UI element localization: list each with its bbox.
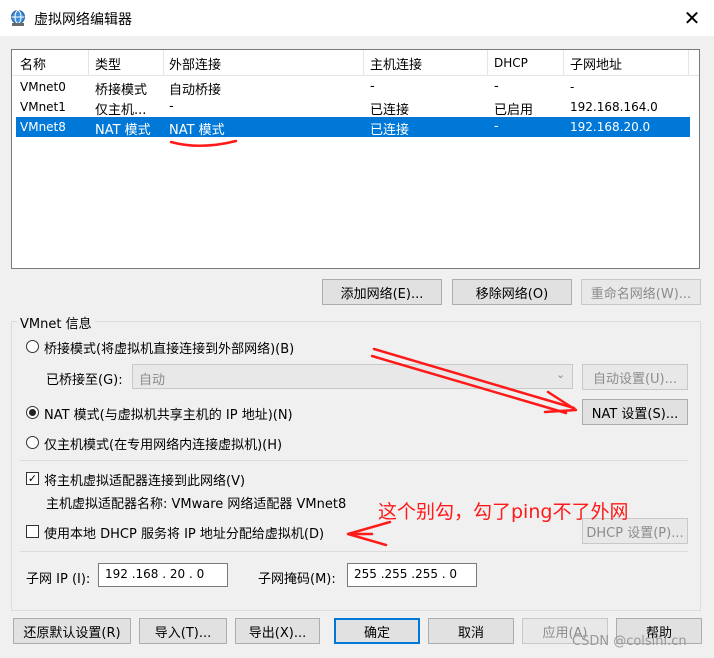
- network-globe-icon: [11, 10, 25, 26]
- column-header-external[interactable]: 外部连接: [169, 54, 221, 73]
- dhcp-label[interactable]: 使用本地 DHCP 服务将 IP 地址分配给虚拟机(D): [44, 523, 324, 542]
- nat-settings-button[interactable]: NAT 设置(S)...: [582, 399, 688, 425]
- table-row-vmnet8[interactable]: VMnet8 NAT 模式 NAT 模式 已连接 - 192.168.20.0: [16, 117, 690, 138]
- watermark: CSDN @colsini.cn: [572, 634, 687, 649]
- cell-name: VMnet1: [20, 100, 66, 114]
- close-button[interactable]: ✕: [676, 4, 708, 32]
- import-button[interactable]: 导入(T)...: [139, 618, 227, 644]
- window-title: 虚拟网络编辑器: [34, 12, 132, 28]
- column-header-type[interactable]: 类型: [95, 54, 121, 73]
- cell-dhcp: 已启用: [494, 103, 534, 118]
- cell-type: NAT 模式: [95, 123, 151, 138]
- auto-settings-button[interactable]: 自动设置(U)...: [582, 364, 688, 390]
- bridged-to-select[interactable]: 自动 ⌄: [132, 364, 573, 389]
- add-network-button[interactable]: 添加网络(E)...: [322, 279, 442, 305]
- cell-subnet: 192.168.164.0: [570, 100, 658, 114]
- cell-host: 已连接: [370, 103, 410, 118]
- adapter-name-text: 主机虚拟适配器名称: VMware 网络适配器 VMnet8: [46, 497, 347, 512]
- column-header-subnet[interactable]: 子网地址: [570, 54, 622, 73]
- divider: [20, 551, 688, 552]
- export-button[interactable]: 导出(X)...: [235, 618, 320, 644]
- cell-external: -: [169, 99, 174, 114]
- cell-external: NAT 模式: [169, 123, 225, 138]
- cancel-button[interactable]: 取消: [428, 618, 514, 644]
- cell-name: VMnet8: [20, 120, 66, 134]
- annotation-text: 这个别勾，勾了ping不了外网: [378, 501, 629, 523]
- column-header-name[interactable]: 名称: [20, 54, 46, 73]
- nat-mode-label[interactable]: NAT 模式(与虚拟机共享主机的 IP 地址)(N): [44, 404, 293, 423]
- subnet-ip-input[interactable]: 192 .168 . 20 . 0: [98, 563, 228, 587]
- restore-defaults-button[interactable]: 还原默认设置(R): [13, 618, 131, 644]
- bridged-mode-label[interactable]: 桥接模式(将虚拟机直接连接到外部网络)(B): [44, 338, 294, 357]
- cell-subnet: -: [570, 80, 575, 94]
- connect-adapter-label[interactable]: 将主机虚拟适配器连接到此网络(V): [44, 470, 245, 489]
- divider: [20, 460, 688, 461]
- rename-network-button[interactable]: 重命名网络(W)...: [581, 279, 701, 305]
- cell-subnet: 192.168.20.0: [570, 120, 651, 134]
- connect-adapter-checkbox[interactable]: ✓: [26, 472, 39, 485]
- column-header-host[interactable]: 主机连接: [370, 54, 422, 73]
- column-header-dhcp[interactable]: DHCP: [494, 56, 528, 70]
- table-row-vmnet0[interactable]: VMnet0 桥接模式 自动桥接 - - -: [16, 77, 690, 98]
- cell-external: 自动桥接: [169, 83, 222, 98]
- close-icon: ✕: [683, 6, 701, 30]
- bridged-mode-radio[interactable]: [26, 340, 39, 353]
- dhcp-checkbox[interactable]: [26, 525, 39, 538]
- cell-dhcp: -: [494, 119, 499, 134]
- cell-type: 桥接模式: [95, 83, 148, 98]
- network-list[interactable]: 名称 类型 外部连接 主机连接 DHCP 子网地址 VMnet0 桥接模式 自动…: [11, 49, 700, 269]
- chevron-down-icon: ⌄: [556, 368, 566, 381]
- subnet-mask-label: 子网掩码(M):: [258, 572, 336, 587]
- group-label: VMnet 信息: [17, 313, 95, 332]
- list-header: 名称 类型 外部连接 主机连接 DHCP 子网地址: [12, 50, 699, 76]
- cell-name: VMnet0: [20, 80, 66, 94]
- cell-host: -: [370, 79, 375, 94]
- bridged-to-value: 自动: [139, 373, 166, 388]
- host-only-label[interactable]: 仅主机模式(在专用网络内连接虚拟机)(H): [44, 434, 282, 453]
- host-only-radio[interactable]: [26, 436, 39, 449]
- subnet-mask-input[interactable]: 255 .255 .255 . 0: [347, 563, 477, 587]
- ok-button[interactable]: 确定: [334, 618, 420, 644]
- nat-mode-radio[interactable]: [26, 406, 39, 419]
- bridged-to-label: 已桥接至(G):: [46, 373, 123, 388]
- remove-network-button[interactable]: 移除网络(O): [452, 279, 572, 305]
- cell-dhcp: -: [494, 79, 499, 94]
- subnet-ip-label: 子网 IP (I):: [26, 572, 91, 587]
- cell-host: 已连接: [370, 123, 410, 138]
- table-row-vmnet1[interactable]: VMnet1 仅主机... - 已连接 已启用 192.168.164.0: [16, 97, 690, 118]
- cell-type: 仅主机...: [95, 103, 147, 118]
